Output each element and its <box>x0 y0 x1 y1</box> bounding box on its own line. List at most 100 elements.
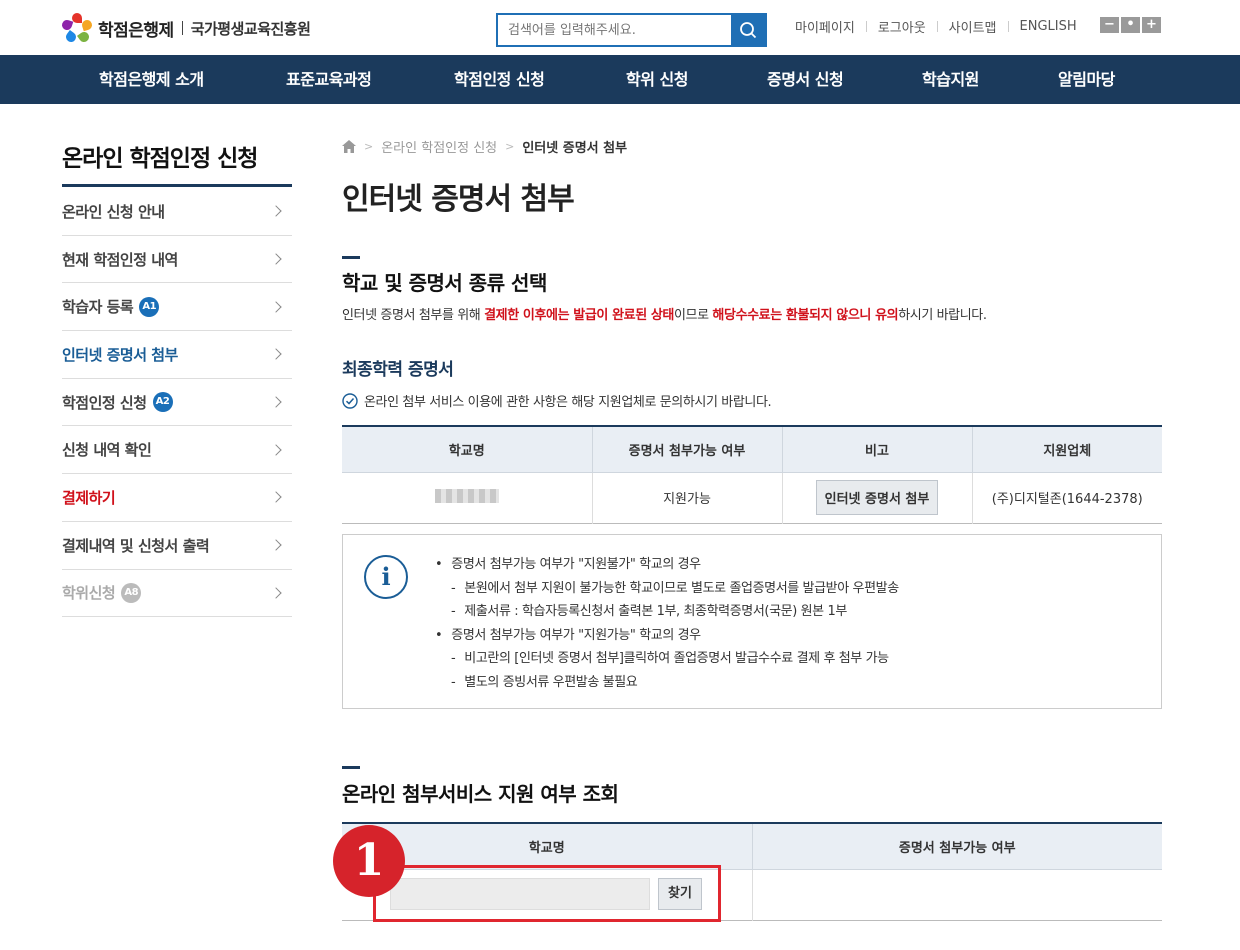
sidebar-item-label: 학습자 등록 <box>62 298 134 317</box>
sidebar-item-online-guide[interactable]: 온라인 신청 안내 <box>62 188 292 236</box>
search-icon <box>740 22 757 39</box>
step-badge: A1 <box>139 296 160 317</box>
school-name-cell <box>342 472 592 523</box>
sidebar-item-label: 신청 내역 확인 <box>62 441 152 460</box>
sidebar-menu: 온라인 신청 안내 현재 학점인정 내역 학습자 등록 A1 인터넷 증명서 첨부… <box>62 188 292 618</box>
info-bullet: 증명서 첨부가능 여부가 "지원불가" 학교의 경우 <box>435 553 899 577</box>
sidebar-item-payment[interactable]: 결제하기 <box>62 474 292 522</box>
breadcrumb-current: 인터넷 증명서 첨부 <box>522 141 628 156</box>
service-note-text: 온라인 첨부 서비스 이용에 관한 사항은 해당 지원업체로 문의하시기 바랍니… <box>364 395 772 410</box>
sidebar-item-application-check[interactable]: 신청 내역 확인 <box>62 426 292 475</box>
util-divider <box>936 21 938 32</box>
site-logo[interactable]: 학점은행제 국가평생교육진흥원 <box>60 13 311 44</box>
sidebar-item-internet-certificate[interactable]: 인터넷 증명서 첨부 <box>62 331 292 379</box>
column-header: 학교명 <box>342 426 592 473</box>
info-icon: i <box>364 555 408 599</box>
nav-item-degree-apply[interactable]: 학위 신청 <box>626 55 688 104</box>
column-header: 증명서 첨부가능 여부 <box>751 823 1162 870</box>
nav-item-intro[interactable]: 학점은행제 소개 <box>99 55 204 104</box>
mypage-link[interactable]: 마이페이지 <box>795 17 855 36</box>
page-title: 인터넷 증명서 첨부 <box>342 182 575 217</box>
logo-divider <box>181 21 183 35</box>
service-note: 온라인 첨부 서비스 이용에 관한 사항은 해당 지원업체로 문의하시기 바랍니… <box>342 391 772 410</box>
chevron-right-icon <box>270 491 282 504</box>
chevron-right-icon <box>270 205 282 218</box>
sidebar-item-credit-history[interactable]: 현재 학점인정 내역 <box>62 236 292 284</box>
sidebar-item-degree-apply[interactable]: 학위신청 A8 <box>62 570 292 618</box>
info-sub-item: 별도의 증빙서류 우편발송 불필요 <box>435 671 899 695</box>
search-input[interactable] <box>498 15 731 45</box>
certificate-table: 학교명 증명서 첨부가능 여부 비고 지원업체 지원가능 인터넷 증명서 첨부 … <box>342 425 1162 524</box>
info-sub-item: 본원에서 첨부 지원이 불가능한 학교이므로 별도로 졸업증명서를 발급받아 우… <box>435 577 899 601</box>
logo-org: 국가평생교육진흥원 <box>190 19 311 38</box>
info-sub-item: 제출서류 : 학습자등록신청서 출력본 1부, 최종학력증명서(국문) 원본 1… <box>435 600 899 624</box>
nav-item-certificate[interactable]: 증명서 신청 <box>767 55 844 104</box>
zoom-reset-button[interactable]: • <box>1121 17 1140 33</box>
sidebar-item-label: 현재 학점인정 내역 <box>62 250 178 269</box>
notice-text: 이므로 <box>674 308 713 323</box>
sidebar-item-label: 결제내역 및 신청서 출력 <box>62 536 210 555</box>
notice-highlight: 결제한 이후에는 발급이 완료된 상태 <box>484 308 674 323</box>
sidebar-title-underline <box>62 184 292 187</box>
notice-highlight: 해당수수료는 환불되지 않으니 유의 <box>712 308 899 323</box>
column-header: 증명서 첨부가능 여부 <box>591 426 782 473</box>
logo-flower-icon <box>60 13 94 44</box>
column-header: 지원업체 <box>971 426 1162 473</box>
chevron-right-icon <box>270 444 282 456</box>
home-icon[interactable] <box>342 140 356 153</box>
step-badge: A2 <box>152 392 173 413</box>
sidebar-item-label: 인터넷 증명서 첨부 <box>62 345 178 364</box>
english-link[interactable]: ENGLISH <box>1020 19 1077 34</box>
nav-item-curriculum[interactable]: 표준교육과정 <box>286 55 372 104</box>
check-circle-icon <box>342 392 358 409</box>
info-sub-item: 비고란의 [인터넷 증명서 첨부]클릭하여 졸업증명서 발급수수료 결제 후 첨… <box>435 647 899 671</box>
logout-link[interactable]: 로그아웃 <box>878 17 926 36</box>
annotation-step-number: 1 <box>333 825 405 897</box>
zoom-controls: − • + <box>1100 17 1161 33</box>
breadcrumb-separator: > <box>364 140 374 153</box>
section-title: 학교 및 증명서 종류 선택 <box>342 271 547 295</box>
sidebar-item-label: 온라인 신청 안내 <box>62 202 165 221</box>
section-title: 온라인 첨부서비스 지원 여부 조회 <box>342 782 619 806</box>
search-box <box>496 13 767 47</box>
notice-text: 인터넷 증명서 첨부를 위해 <box>342 308 485 323</box>
breadcrumb-item[interactable]: 온라인 학점인정 신청 <box>381 137 497 156</box>
breadcrumb-separator: > <box>505 140 515 153</box>
chevron-right-icon <box>270 539 282 551</box>
sidebar-item-payment-print[interactable]: 결제내역 및 신청서 출력 <box>62 522 292 570</box>
zoom-in-button[interactable]: + <box>1142 17 1161 33</box>
info-box: i 증명서 첨부가능 여부가 "지원불가" 학교의 경우 본원에서 첨부 지원이… <box>342 534 1162 709</box>
utility-links: 마이페이지 로그아웃 사이트맵 ENGLISH <box>795 17 1077 36</box>
util-divider <box>1007 21 1009 32</box>
section-accent-bar <box>342 256 360 259</box>
logo-title: 학점은행제 <box>98 20 174 41</box>
zoom-out-button[interactable]: − <box>1100 17 1119 33</box>
section-accent-bar <box>342 766 360 769</box>
sidebar-item-label: 결제하기 <box>62 488 116 507</box>
main-navigation: 학점은행제 소개 표준교육과정 학점인정 신청 학위 신청 증명서 신청 학습지… <box>0 55 1240 104</box>
top-header: 학점은행제 국가평생교육진흥원 마이페이지 로그아웃 사이트맵 ENGLISH … <box>0 0 1240 55</box>
action-cell: 인터넷 증명서 첨부 <box>781 472 972 523</box>
sidebar-item-label: 학점인정 신청 <box>62 393 147 412</box>
sidebar-item-credit-apply[interactable]: 학점인정 신청 A2 <box>62 379 292 427</box>
redacted-school-name <box>434 488 499 503</box>
chevron-right-icon <box>270 587 282 599</box>
column-header: 비고 <box>781 426 972 473</box>
table-row: 지원가능 인터넷 증명서 첨부 (주)디지털존(1644-2378) <box>342 472 1162 523</box>
refund-notice: 인터넷 증명서 첨부를 위해 결제한 이후에는 발급이 완료된 상태이므로 해당… <box>342 304 987 323</box>
nav-item-support[interactable]: 학습지원 <box>922 55 979 104</box>
nav-item-notice[interactable]: 알림마당 <box>1058 55 1115 104</box>
annotation-highlight-box <box>373 865 721 922</box>
util-divider <box>865 21 867 32</box>
availability-cell: 지원가능 <box>591 472 782 523</box>
sidebar-item-learner-register[interactable]: 학습자 등록 A1 <box>62 283 292 332</box>
step-badge: A8 <box>121 582 142 603</box>
nav-item-credit-apply[interactable]: 학점인정 신청 <box>454 55 545 104</box>
availability-result-cell <box>751 869 1162 920</box>
info-list: 증명서 첨부가능 여부가 "지원불가" 학교의 경우 본원에서 첨부 지원이 불… <box>435 553 899 695</box>
sitemap-link[interactable]: 사이트맵 <box>949 17 997 36</box>
attach-certificate-button[interactable]: 인터넷 증명서 첨부 <box>815 480 939 515</box>
notice-text: 하시기 바랍니다. <box>898 308 987 323</box>
info-bullet: 증명서 첨부가능 여부가 "지원가능" 학교의 경우 <box>435 624 899 648</box>
search-button[interactable] <box>731 15 765 45</box>
